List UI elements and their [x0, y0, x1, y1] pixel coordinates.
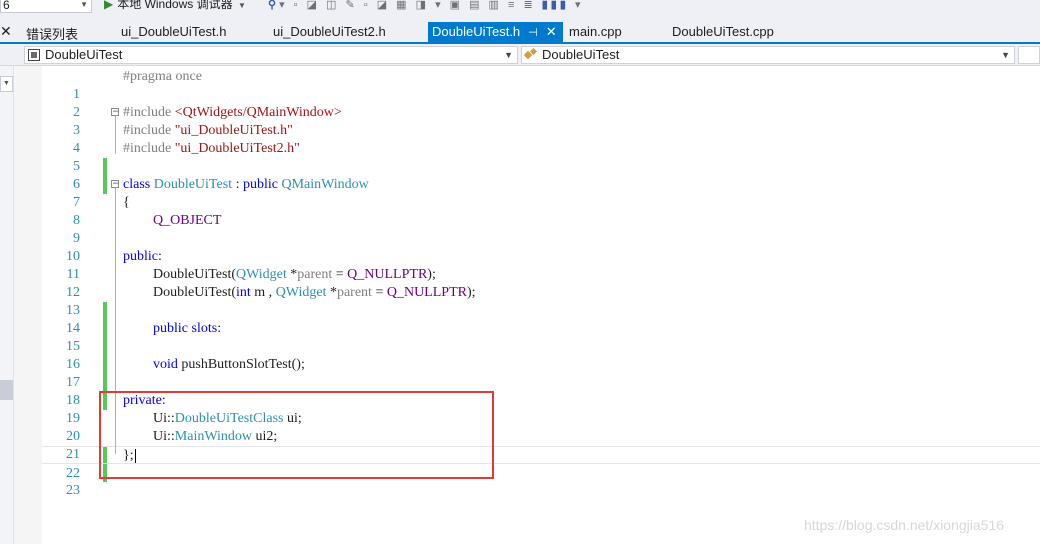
code-text: class DoubleUiTest : public QMainWindow: [123, 177, 369, 192]
scope-dropdown-value: DoubleUiTest: [542, 47, 620, 62]
tab-doubleuitest-cpp[interactable]: DoubleUiTest.cpp: [672, 24, 774, 39]
code-line: 13 DoubleUiTest(int m , QWidget *parent …: [42, 284, 1040, 338]
code-line: 6: [42, 158, 1040, 192]
pin-icon[interactable]: ⊣: [528, 27, 538, 39]
close-tab-icon[interactable]: ✕: [546, 24, 557, 39]
side-panel-selection: [0, 380, 13, 400]
code-line: 3 − #include <QtWidgets/QMainWindow>: [42, 104, 1040, 138]
project-dropdown[interactable]: DoubleUiTest ▼: [24, 46, 518, 64]
class-icon: [523, 47, 538, 61]
code-text: void pushButtonSlotTest();: [153, 357, 305, 372]
code-line: 14: [42, 302, 1040, 356]
code-text: DoubleUiTest(int m , QWidget *parent = Q…: [153, 285, 476, 300]
tab-doubleuitest-h[interactable]: DoubleUiTest.h ⊣ ✕: [428, 22, 563, 42]
scope-dropdown[interactable]: DoubleUiTest ▼: [521, 46, 1015, 64]
chevron-down-icon: ▼: [504, 50, 513, 60]
main-toolbar: 6 ▼ ▶ 本地 Windows 调试器 ▼ ⚲▾ ▫ ◪ ◫ ✎ ▫ ◪ ▦ ◨…: [0, 0, 1040, 18]
start-debug-button[interactable]: ▶ 本地 Windows 调试器 ▼: [104, 0, 246, 13]
code-line: 1 #pragma once: [42, 68, 1040, 102]
tab-error-list[interactable]: 错误列表: [26, 24, 78, 43]
code-text: Q_OBJECT: [153, 213, 222, 228]
watermark: https://blog.csdn.net/xiongjia516: [804, 517, 1005, 533]
code-line: 9 Q_OBJECT: [42, 212, 1040, 246]
code-line: 10: [42, 230, 1040, 264]
code-text: #include "ui_DoubleUiTest2.h": [123, 141, 300, 156]
solution-config-value: 6: [3, 0, 10, 12]
code-line: 4 #include "ui_DoubleUiTest.h": [42, 122, 1040, 176]
toolbar-icon-strip[interactable]: ⚲▾ ▫ ◪ ◫ ✎ ▫ ◪ ▦ ◨ ▾ ▣ ▤ ▥ ≡ ≣ ▮▮▮ ▾: [268, 0, 584, 11]
document-tab-strip: ✕ 错误列表 ui_DoubleUiTest.h ui_DoubleUiTest…: [0, 18, 1040, 44]
solution-config-dropdown[interactable]: 6 ▼: [0, 0, 92, 13]
side-panel: ▼: [0, 66, 14, 544]
code-line: 7 − class DoubleUiTest : public QMainWin…: [42, 176, 1040, 210]
highlight-box: [99, 391, 494, 479]
code-line: 11 public:: [42, 248, 1040, 282]
chevron-down-icon[interactable]: ▼: [238, 1, 246, 10]
code-line: 5 #include "ui_DoubleUiTest2.h": [42, 140, 1040, 194]
code-text: DoubleUiTest(QWidget *parent = Q_NULLPTR…: [153, 267, 436, 282]
code-text: #pragma once: [123, 69, 202, 84]
chevron-down-icon: ▼: [80, 0, 88, 9]
code-text: public slots:: [153, 321, 222, 336]
fold-guide: [115, 116, 116, 154]
play-icon: ▶: [104, 0, 114, 11]
line-number: 23: [66, 483, 80, 498]
close-icon[interactable]: ✕: [0, 23, 12, 40]
start-debug-label: 本地 Windows 调试器: [117, 0, 233, 11]
code-text: #include <QtWidgets/QMainWindow>: [123, 105, 342, 120]
code-text: public:: [123, 249, 162, 264]
member-dropdown[interactable]: [1018, 46, 1040, 64]
code-line: 15 public slots:: [42, 320, 1040, 374]
code-text: #include "ui_DoubleUiTest.h": [123, 123, 293, 138]
tab-doubleuitest-h-label: DoubleUiTest.h: [432, 24, 521, 39]
collapse-icon[interactable]: −: [111, 108, 120, 117]
code-line: 2: [42, 86, 1040, 120]
tab-ui-doubleuitest2-h[interactable]: ui_DoubleUiTest2.h: [273, 24, 386, 39]
code-text: {: [123, 195, 130, 210]
chevron-down-icon[interactable]: ▼: [0, 76, 13, 92]
collapse-icon[interactable]: −: [111, 180, 120, 189]
code-line: 18: [42, 374, 1040, 408]
code-line: 16: [42, 338, 1040, 392]
code-line: 17 void pushButtonSlotTest();: [42, 356, 1040, 410]
navigation-bar: DoubleUiTest ▼ DoubleUiTest ▼: [0, 44, 1040, 66]
tab-main-cpp[interactable]: main.cpp: [569, 24, 622, 39]
code-line: 12 DoubleUiTest(QWidget *parent = Q_NULL…: [42, 266, 1040, 320]
tab-ui-doubleuitest-h[interactable]: ui_DoubleUiTest.h: [121, 24, 227, 39]
chevron-down-icon: ▼: [1001, 50, 1010, 60]
glyph-margin: [14, 66, 42, 544]
project-icon: [28, 49, 40, 61]
project-dropdown-value: DoubleUiTest: [45, 47, 123, 62]
code-line: 8 {: [42, 194, 1040, 228]
